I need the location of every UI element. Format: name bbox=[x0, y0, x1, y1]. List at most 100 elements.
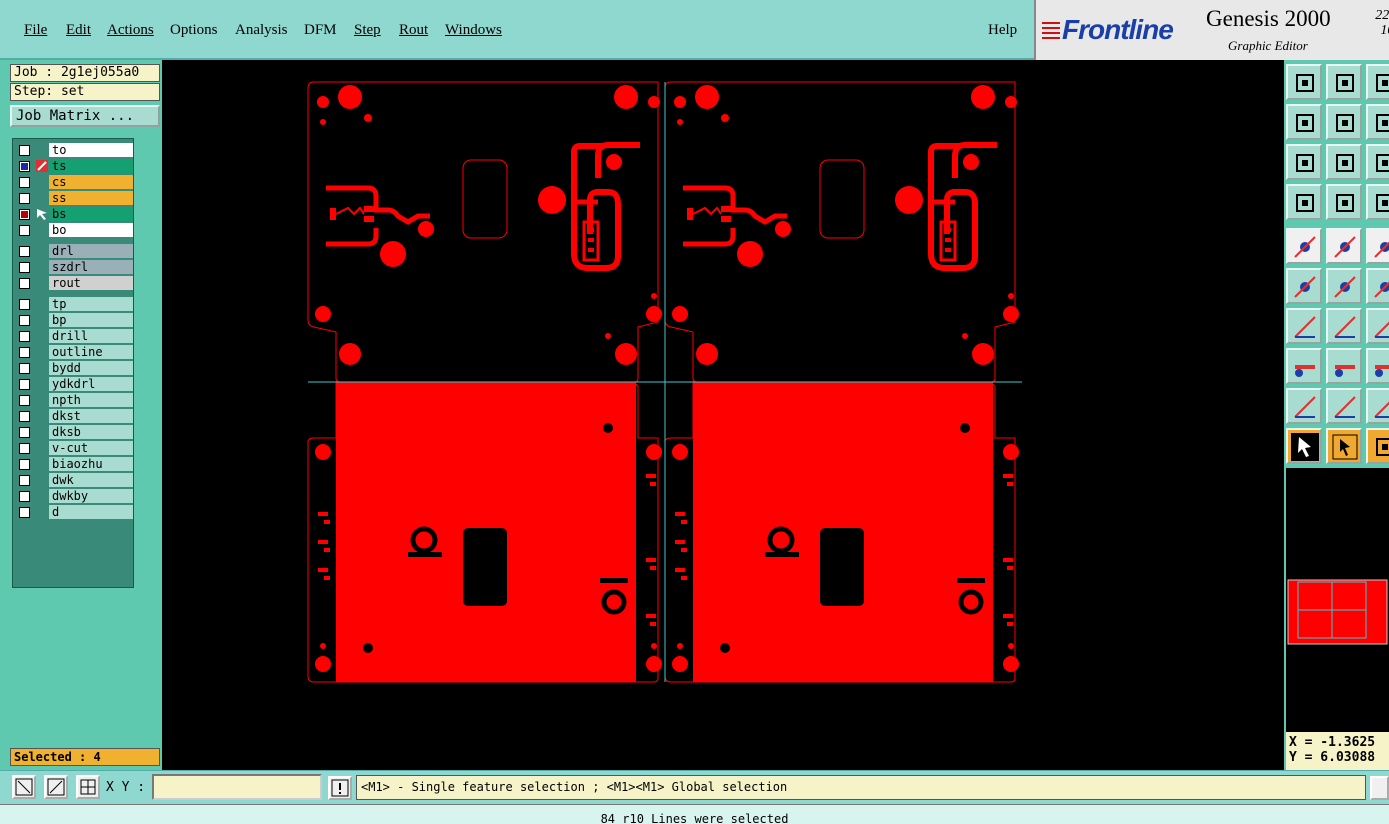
menu-step[interactable]: Step bbox=[354, 22, 381, 39]
menu-help[interactable]: Help bbox=[988, 22, 1017, 39]
layer-row-rout[interactable]: rout bbox=[17, 276, 133, 291]
ruler-tool[interactable] bbox=[1366, 228, 1389, 264]
layer-row-d[interactable]: d bbox=[17, 505, 133, 520]
job-matrix-button[interactable]: Job Matrix ... bbox=[10, 105, 160, 127]
layer-name[interactable]: bs bbox=[49, 207, 133, 221]
select-tool[interactable] bbox=[1326, 428, 1362, 464]
add-line-tool[interactable] bbox=[1326, 228, 1362, 264]
triangle-tool[interactable] bbox=[1286, 388, 1322, 424]
add-pad-tool[interactable] bbox=[1286, 228, 1322, 264]
bend-tool[interactable] bbox=[1366, 308, 1389, 344]
board-top-right[interactable] bbox=[665, 82, 1019, 382]
layer-name[interactable]: dksb bbox=[49, 425, 133, 439]
layer-row-ydkdrl[interactable]: ydkdrl bbox=[17, 377, 133, 392]
layer-row-dwk[interactable]: dwk bbox=[17, 473, 133, 488]
layer-row-ts[interactable]: ts bbox=[17, 159, 133, 174]
menu-rout[interactable]: Rout bbox=[399, 22, 428, 39]
layer-checkbox[interactable] bbox=[19, 507, 30, 518]
layer-checkbox[interactable] bbox=[19, 379, 30, 390]
layer-row-drl[interactable]: drl bbox=[17, 244, 133, 259]
layer-checkbox[interactable] bbox=[19, 347, 30, 358]
delete-tool[interactable] bbox=[1326, 268, 1362, 304]
menu-edit[interactable]: Edit bbox=[66, 22, 91, 39]
layer-checkbox[interactable] bbox=[19, 331, 30, 342]
layer-row-npth[interactable]: npth bbox=[17, 393, 133, 408]
layer-name[interactable]: d bbox=[49, 505, 133, 519]
home-tool[interactable] bbox=[1366, 64, 1389, 100]
layer-checkbox[interactable] bbox=[19, 177, 30, 188]
layer-name[interactable]: dwkby bbox=[49, 489, 133, 503]
layer-row-dwkby[interactable]: dwkby bbox=[17, 489, 133, 504]
move-left-tool[interactable] bbox=[1286, 104, 1322, 140]
layer-row-bp[interactable]: bp bbox=[17, 313, 133, 328]
pcb-drawing[interactable] bbox=[162, 60, 1284, 770]
layer-checkbox[interactable] bbox=[19, 299, 30, 310]
layer-name[interactable]: dkst bbox=[49, 409, 133, 423]
layer-checkbox[interactable] bbox=[19, 491, 30, 502]
zoom-window-button[interactable] bbox=[12, 775, 36, 799]
angle-tool[interactable] bbox=[1286, 308, 1322, 344]
layer-checkbox[interactable] bbox=[19, 145, 30, 156]
layer-row-to[interactable]: to bbox=[17, 143, 133, 158]
menu-analysis[interactable]: Analysis bbox=[235, 22, 288, 39]
layer-name[interactable]: v-cut bbox=[49, 441, 133, 455]
layer-checkbox[interactable] bbox=[19, 193, 30, 204]
layer-name[interactable]: biaozhu bbox=[49, 457, 133, 471]
board-top-left[interactable] bbox=[308, 82, 662, 382]
layer-name[interactable]: drl bbox=[49, 244, 133, 258]
layer-row-ss[interactable]: ss bbox=[17, 191, 133, 206]
pan-tool[interactable] bbox=[1366, 104, 1389, 140]
layer-row-bs[interactable]: bs bbox=[17, 207, 133, 222]
slope-tool[interactable] bbox=[1326, 308, 1362, 344]
move-right-tool[interactable] bbox=[1326, 104, 1362, 140]
grid-button[interactable] bbox=[76, 775, 100, 799]
layer-name[interactable]: dwk bbox=[49, 473, 133, 487]
layer-checkbox[interactable] bbox=[19, 315, 30, 326]
layer-row-tp[interactable]: tp bbox=[17, 297, 133, 312]
layer-name[interactable]: ts bbox=[49, 159, 133, 173]
layer-name[interactable]: cs bbox=[49, 175, 133, 189]
layer-row-outline[interactable]: outline bbox=[17, 345, 133, 360]
layer-row-v-cut[interactable]: v-cut bbox=[17, 441, 133, 456]
layer-row-dkst[interactable]: dkst bbox=[17, 409, 133, 424]
polygon-tool[interactable] bbox=[1366, 388, 1389, 424]
menu-actions[interactable]: Actions bbox=[107, 22, 154, 39]
menu-windows[interactable]: Windows bbox=[445, 22, 502, 39]
menu-dfm[interactable]: DFM bbox=[304, 22, 337, 39]
layer-checkbox[interactable] bbox=[19, 262, 30, 273]
fit-all-tool[interactable] bbox=[1286, 144, 1322, 180]
layer-checkbox[interactable] bbox=[19, 475, 30, 486]
layer-name[interactable]: tp bbox=[49, 297, 133, 311]
pad-snap-tool[interactable] bbox=[1286, 348, 1322, 384]
layer-checkbox[interactable] bbox=[19, 161, 30, 172]
board-bottom-right[interactable] bbox=[665, 382, 1019, 682]
grid-tool[interactable] bbox=[1326, 184, 1362, 220]
layer-name[interactable]: ss bbox=[49, 191, 133, 205]
board-bottom-left[interactable] bbox=[308, 382, 662, 682]
menu-options[interactable]: Options bbox=[170, 22, 218, 39]
route-tool[interactable] bbox=[1366, 268, 1389, 304]
clock-tool[interactable] bbox=[1366, 428, 1389, 464]
layer-row-szdrl[interactable]: szdrl bbox=[17, 260, 133, 275]
select-layer-tool[interactable] bbox=[1366, 184, 1389, 220]
menu-file[interactable]: File bbox=[24, 22, 47, 39]
connect-tool[interactable] bbox=[1286, 268, 1322, 304]
layer-row-cs[interactable]: cs bbox=[17, 175, 133, 190]
graphic-canvas[interactable] bbox=[162, 60, 1284, 770]
pointer-tool[interactable] bbox=[1286, 428, 1322, 464]
arc-tool[interactable] bbox=[1326, 388, 1362, 424]
line-snap-tool[interactable] bbox=[1326, 348, 1362, 384]
layer-checkbox[interactable] bbox=[19, 209, 30, 220]
layer-checkbox[interactable] bbox=[19, 459, 30, 470]
move-up-tool[interactable] bbox=[1286, 64, 1322, 100]
layer-checkbox[interactable] bbox=[19, 246, 30, 257]
layer-row-biaozhu[interactable]: biaozhu bbox=[17, 457, 133, 472]
move-down-tool[interactable] bbox=[1326, 64, 1362, 100]
layer-checkbox[interactable] bbox=[19, 411, 30, 422]
layer-row-dksb[interactable]: dksb bbox=[17, 425, 133, 440]
layer-row-bydd[interactable]: bydd bbox=[17, 361, 133, 376]
snap-tool[interactable] bbox=[1286, 184, 1322, 220]
layer-checkbox[interactable] bbox=[19, 363, 30, 374]
edge-tool[interactable] bbox=[1366, 348, 1389, 384]
zoom-ratio-tool[interactable] bbox=[1366, 144, 1389, 180]
